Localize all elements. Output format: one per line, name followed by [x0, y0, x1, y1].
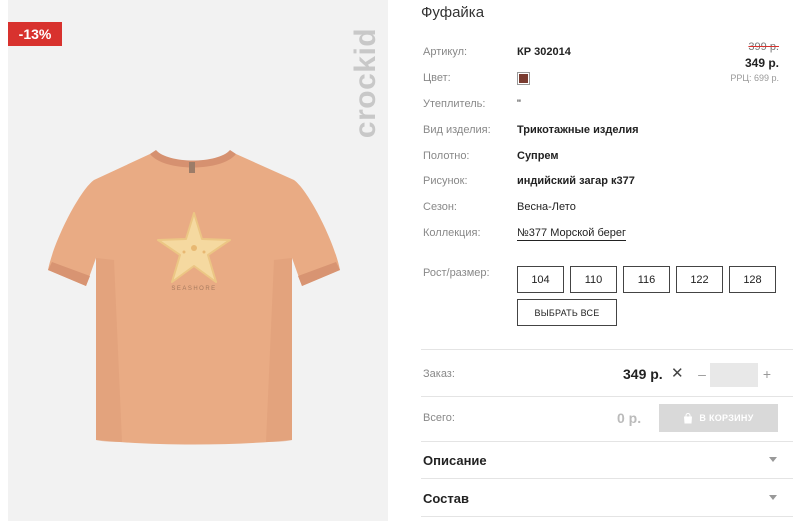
old-price: 399 р.	[748, 41, 779, 53]
order-label: Заказ:	[423, 368, 455, 380]
attr-label-collection: Коллекция:	[423, 227, 481, 239]
brand-logo: crockid	[346, 8, 386, 158]
shopping-bag-icon	[684, 412, 693, 423]
divider	[421, 478, 793, 479]
add-to-cart-label: В КОРЗИНУ	[699, 413, 754, 423]
collection-link[interactable]: №377 Морской берег	[517, 227, 627, 241]
attr-value-season: Весна-Лето	[517, 201, 576, 213]
chevron-down-icon[interactable]	[769, 495, 777, 500]
tshirt-image: SEASHORE	[48, 150, 340, 445]
product-image-panel[interactable]: -13% crockid SEASHORE	[8, 0, 388, 521]
order-price: 349 р.	[623, 366, 663, 382]
product-details: Фуфайка Артикул: КР 302014 Цвет: Утеплит…	[421, 0, 793, 521]
divider	[421, 349, 793, 350]
quantity-decrease-button[interactable]: –	[695, 363, 709, 385]
attr-value-print: индийский загар к377	[517, 175, 635, 187]
size-option-104[interactable]: 104	[517, 266, 564, 293]
discount-badge: -13%	[8, 22, 62, 46]
attr-label-article: Артикул:	[423, 46, 468, 58]
chevron-down-icon[interactable]	[769, 457, 777, 462]
brand-logo-text: crockid	[349, 27, 382, 139]
quantity-input[interactable]	[710, 363, 758, 387]
attr-label-fabric: Полотно:	[423, 150, 470, 162]
add-to-cart-button[interactable]: В КОРЗИНУ	[659, 404, 778, 432]
rrp-price: РРЦ: 699 р.	[730, 73, 779, 83]
attr-label-insulation: Утеплитель:	[423, 98, 486, 110]
total-value: 0 р.	[617, 410, 642, 426]
divider	[421, 441, 793, 442]
tshirt-print-text: SEASHORE	[171, 286, 216, 292]
attr-label-print: Рисунок:	[423, 175, 468, 187]
attr-value-insulation: "	[517, 98, 521, 110]
attr-label-season: Сезон:	[423, 201, 457, 213]
size-label: Рост/размер:	[423, 267, 490, 279]
attr-label-color: Цвет:	[423, 72, 451, 84]
attr-value-type: Трикотажные изделия	[517, 124, 639, 136]
select-all-sizes-button[interactable]: ВЫБРАТЬ ВСЕ	[517, 299, 617, 326]
attr-value-article: КР 302014	[517, 46, 571, 58]
page-title: Фуфайка	[421, 4, 485, 21]
attr-value-fabric: Супрем	[517, 150, 559, 162]
clear-order-icon[interactable]: ✕	[671, 364, 684, 382]
size-option-128[interactable]: 128	[729, 266, 776, 293]
divider	[421, 396, 793, 397]
size-option-116[interactable]: 116	[623, 266, 670, 293]
divider	[421, 516, 793, 517]
size-option-110[interactable]: 110	[570, 266, 617, 293]
total-label: Всего:	[423, 412, 455, 424]
attr-label-type: Вид изделия:	[423, 124, 491, 136]
size-option-122[interactable]: 122	[676, 266, 723, 293]
quantity-increase-button[interactable]: +	[760, 363, 774, 385]
accordion-composition[interactable]: Состав	[423, 491, 469, 506]
color-swatch[interactable]	[517, 72, 530, 85]
current-price: 349 р.	[744, 56, 779, 70]
accordion-description[interactable]: Описание	[423, 453, 487, 468]
